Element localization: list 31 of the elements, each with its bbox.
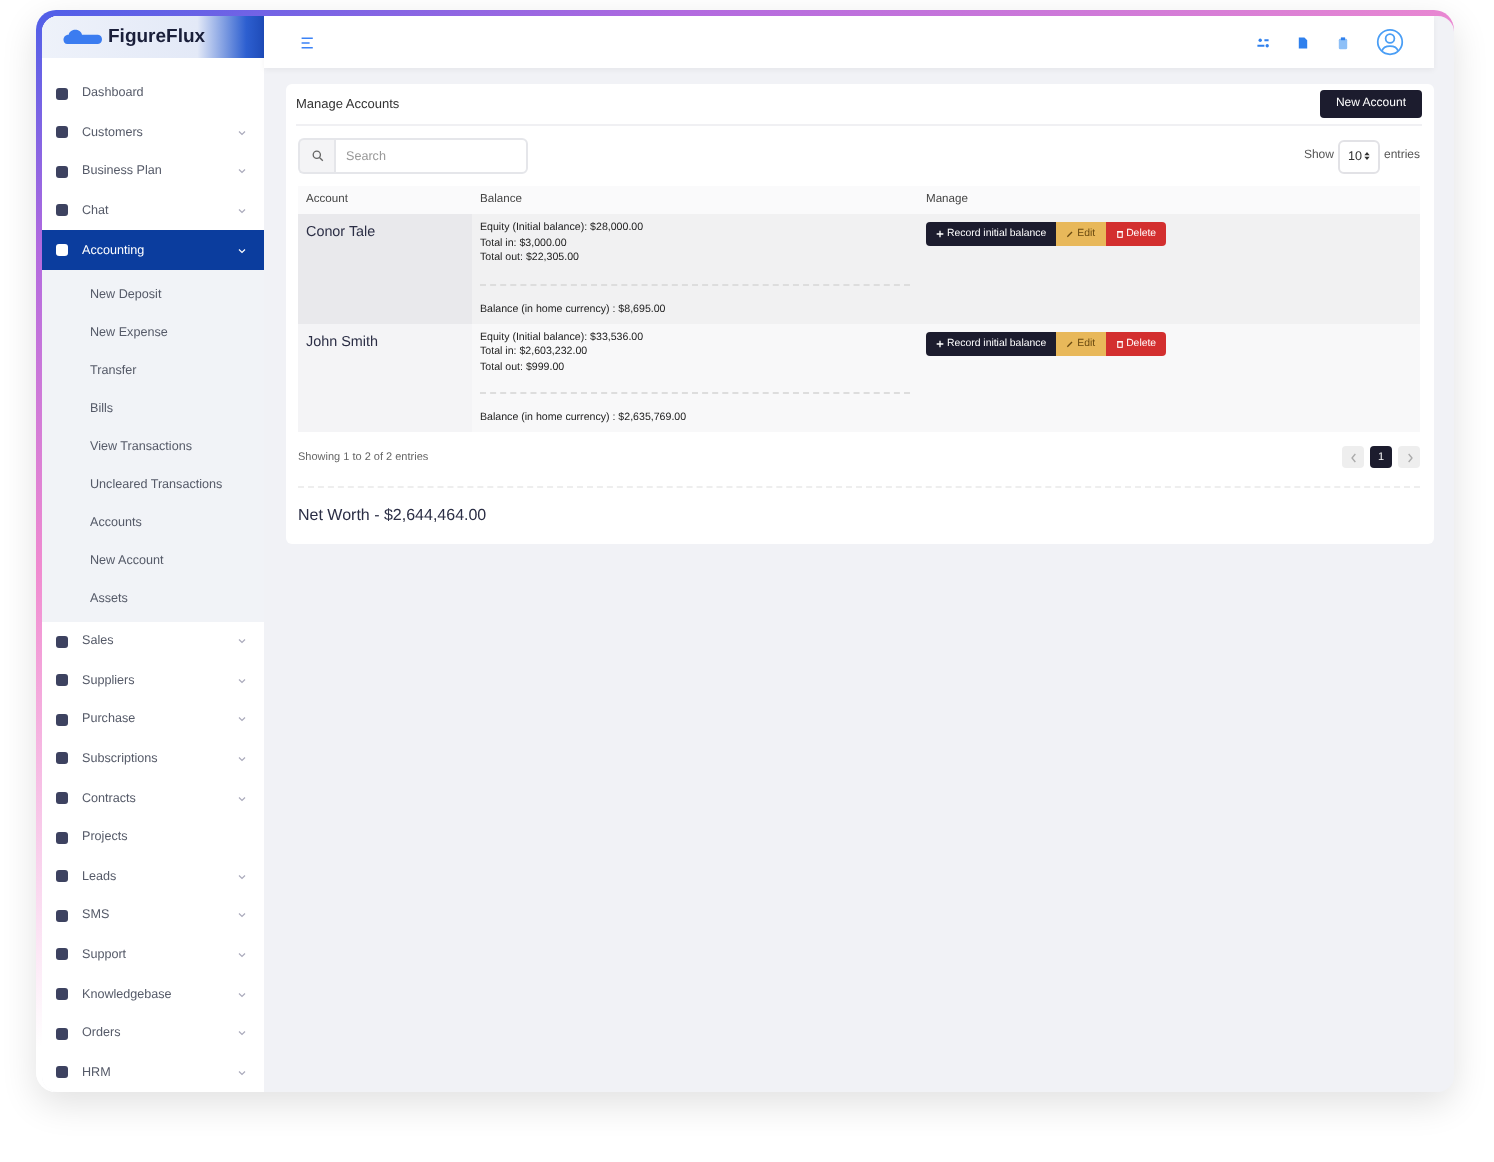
pencil-icon bbox=[1066, 230, 1075, 238]
chevron-icon bbox=[238, 207, 246, 214]
chevron-icon bbox=[238, 247, 246, 254]
chevron-icon bbox=[238, 951, 246, 958]
chevron-icon bbox=[238, 1069, 246, 1076]
chevron-icon bbox=[238, 129, 246, 136]
trash-icon bbox=[1115, 339, 1124, 347]
chevron-icon bbox=[238, 912, 246, 919]
chevron-icon bbox=[238, 677, 246, 684]
chevron-icon bbox=[238, 991, 246, 998]
document-icon[interactable] bbox=[1296, 35, 1310, 49]
chevron-icon bbox=[238, 755, 246, 762]
pencil-icon bbox=[1066, 339, 1075, 347]
search-icon bbox=[311, 150, 323, 162]
clipboard-icon[interactable] bbox=[1336, 35, 1350, 49]
avatar-icon[interactable] bbox=[1376, 28, 1404, 56]
chevron-right-icon bbox=[1405, 451, 1413, 463]
brand-name: FigureFlux bbox=[108, 25, 206, 48]
chevron-icon bbox=[238, 873, 246, 880]
chevron-icon bbox=[238, 795, 246, 802]
plus-icon bbox=[936, 339, 944, 347]
chevron-icon bbox=[238, 1030, 246, 1037]
chevron-left-icon bbox=[1349, 451, 1357, 463]
sort-caret-icon bbox=[1363, 152, 1370, 160]
chevron-icon bbox=[238, 716, 246, 723]
chevron-icon bbox=[238, 638, 246, 645]
cloud-logo-icon bbox=[62, 26, 102, 47]
net-worth: Net Worth - $2,644,464.00 bbox=[298, 504, 489, 524]
plus-icon bbox=[936, 230, 944, 238]
chevron-icon bbox=[238, 168, 246, 175]
trash-icon bbox=[1115, 230, 1124, 238]
